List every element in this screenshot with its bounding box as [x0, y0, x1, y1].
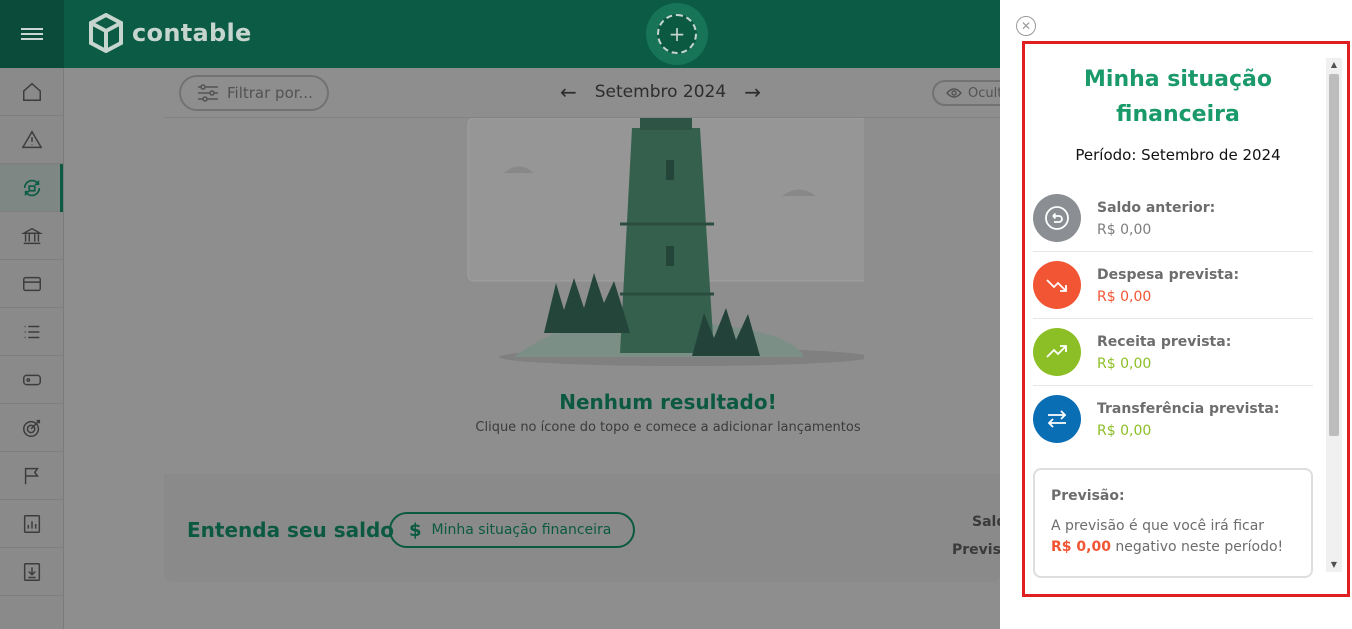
toolbar: Filtrar por... ← Setembro 2024 → Ocult	[164, 68, 1022, 118]
sidebar-item-transactions[interactable]	[0, 164, 63, 212]
forecast-text-before: A previsão é que você irá ficar	[1051, 518, 1265, 534]
menu-button[interactable]	[0, 0, 64, 68]
list-icon	[24, 325, 39, 338]
month-navigator: ← Setembro 2024 →	[560, 80, 761, 104]
forecast-box: Previsão: A previsão é que você irá fica…	[1033, 468, 1313, 578]
forecast-text-after: negativo neste período!	[1115, 539, 1284, 555]
panel-scrollbar[interactable]: ▲ ▼	[1326, 58, 1342, 572]
previous-balance-row: Saldo anterior: R$ 0,00	[1033, 185, 1313, 252]
financial-situation-label: Minha situação financeira	[431, 522, 612, 538]
expected-income-row: Receita prevista: R$ 0,00	[1033, 319, 1313, 386]
balance-summary: Entenda seu saldo $ Minha situação finan…	[164, 474, 1016, 582]
arrow-left-icon[interactable]: ←	[560, 80, 577, 104]
credit-card-icon	[22, 276, 41, 291]
expected-expense-value: R$ 0,00	[1097, 289, 1152, 305]
forecast-title: Previsão:	[1051, 488, 1125, 504]
lighthouse-illustration	[467, 118, 864, 366]
sidebar-item-categories[interactable]	[0, 308, 63, 356]
tag-icon	[22, 374, 41, 385]
flag-icon	[24, 467, 39, 484]
eye-icon	[946, 88, 962, 98]
sidebar-item-objectives[interactable]	[0, 452, 63, 500]
sliders-icon	[198, 84, 218, 102]
sidebar-item-home[interactable]	[0, 68, 63, 116]
trending-up-icon	[1033, 328, 1081, 376]
empty-state-title: Nenhum resultado!	[559, 390, 777, 414]
sidebar-item-cards[interactable]	[0, 260, 63, 308]
target-icon	[22, 419, 40, 437]
sidebar-item-banks[interactable]	[0, 212, 63, 260]
current-month: Setembro 2024	[594, 82, 727, 102]
hide-label: Ocult	[968, 85, 1003, 101]
sidebar-item-tags[interactable]	[0, 356, 63, 404]
scroll-thumb[interactable]	[1329, 74, 1339, 436]
warning-icon	[21, 129, 42, 148]
dollar-icon: $	[409, 519, 422, 541]
transfer-icon	[1033, 395, 1081, 443]
top-header: contable +	[0, 0, 1000, 68]
previous-balance-value: R$ 0,00	[1097, 222, 1152, 238]
sidebar-item-alerts[interactable]	[0, 116, 63, 164]
undo-icon	[1033, 194, 1081, 242]
arrow-right-icon[interactable]: →	[744, 80, 761, 104]
expected-transfer-row: Transferência prevista: R$ 0,00	[1033, 386, 1313, 453]
sidebar	[0, 68, 64, 629]
previous-balance-label: Saldo anterior:	[1097, 200, 1216, 216]
hamburger-icon	[21, 25, 43, 43]
expected-expense-label: Despesa prevista:	[1097, 267, 1240, 283]
cube-logo-icon	[89, 13, 123, 53]
close-icon[interactable]: ✕	[1016, 16, 1036, 36]
filter-label: Filtrar por...	[227, 84, 313, 102]
expected-transfer-label: Transferência prevista:	[1097, 401, 1280, 417]
bank-icon	[20, 227, 43, 244]
home-icon	[22, 82, 41, 101]
expected-expense-row: Despesa prevista: R$ 0,00	[1033, 252, 1313, 319]
forecast-text: A previsão é que você irá ficar R$ 0,00 …	[1051, 516, 1301, 558]
panel-content: Minha situação financeira Período: Setem…	[1033, 58, 1333, 588]
logo-text: contable	[132, 19, 252, 47]
main-content: Filtrar por... ← Setembro 2024 → Ocult N…	[64, 68, 1022, 629]
filter-button[interactable]: Filtrar por...	[179, 75, 329, 111]
empty-state-subtitle: Clique no ícone do topo e comece a adici…	[475, 420, 861, 435]
expected-income-label: Receita prevista:	[1097, 334, 1232, 350]
forecast-amount: R$ 0,00	[1051, 539, 1111, 555]
logo[interactable]: contable	[88, 13, 252, 53]
report-icon	[23, 514, 40, 533]
panel-period: Período: Setembro de 2024	[1075, 146, 1281, 164]
plus-circle-icon: +	[657, 14, 697, 54]
sidebar-item-reports[interactable]	[0, 500, 63, 548]
trending-down-icon	[1033, 261, 1081, 309]
sidebar-item-goals[interactable]	[0, 404, 63, 452]
expected-transfer-value: R$ 0,00	[1097, 423, 1152, 439]
expected-income-value: R$ 0,00	[1097, 356, 1152, 372]
balance-title: Entenda seu saldo	[187, 518, 395, 542]
panel-title: Minha situação financeira	[1084, 67, 1272, 127]
sidebar-item-import[interactable]	[0, 548, 63, 596]
cash-cycle-icon	[23, 179, 40, 196]
scroll-up-arrow-icon[interactable]: ▲	[1326, 58, 1342, 72]
highlight-frame: Minha situação financeira Período: Setem…	[1022, 41, 1350, 597]
download-icon	[23, 562, 40, 581]
add-entry-button[interactable]: +	[646, 3, 708, 65]
financial-situation-button[interactable]: $ Minha situação financeira	[389, 512, 635, 548]
app: contable + Filtrar por... ← Setembro 202…	[0, 0, 1352, 629]
scroll-down-arrow-icon[interactable]: ▼	[1326, 558, 1342, 572]
financial-situation-panel: ✕ Minha situação financeira Período: Set…	[1000, 0, 1352, 629]
